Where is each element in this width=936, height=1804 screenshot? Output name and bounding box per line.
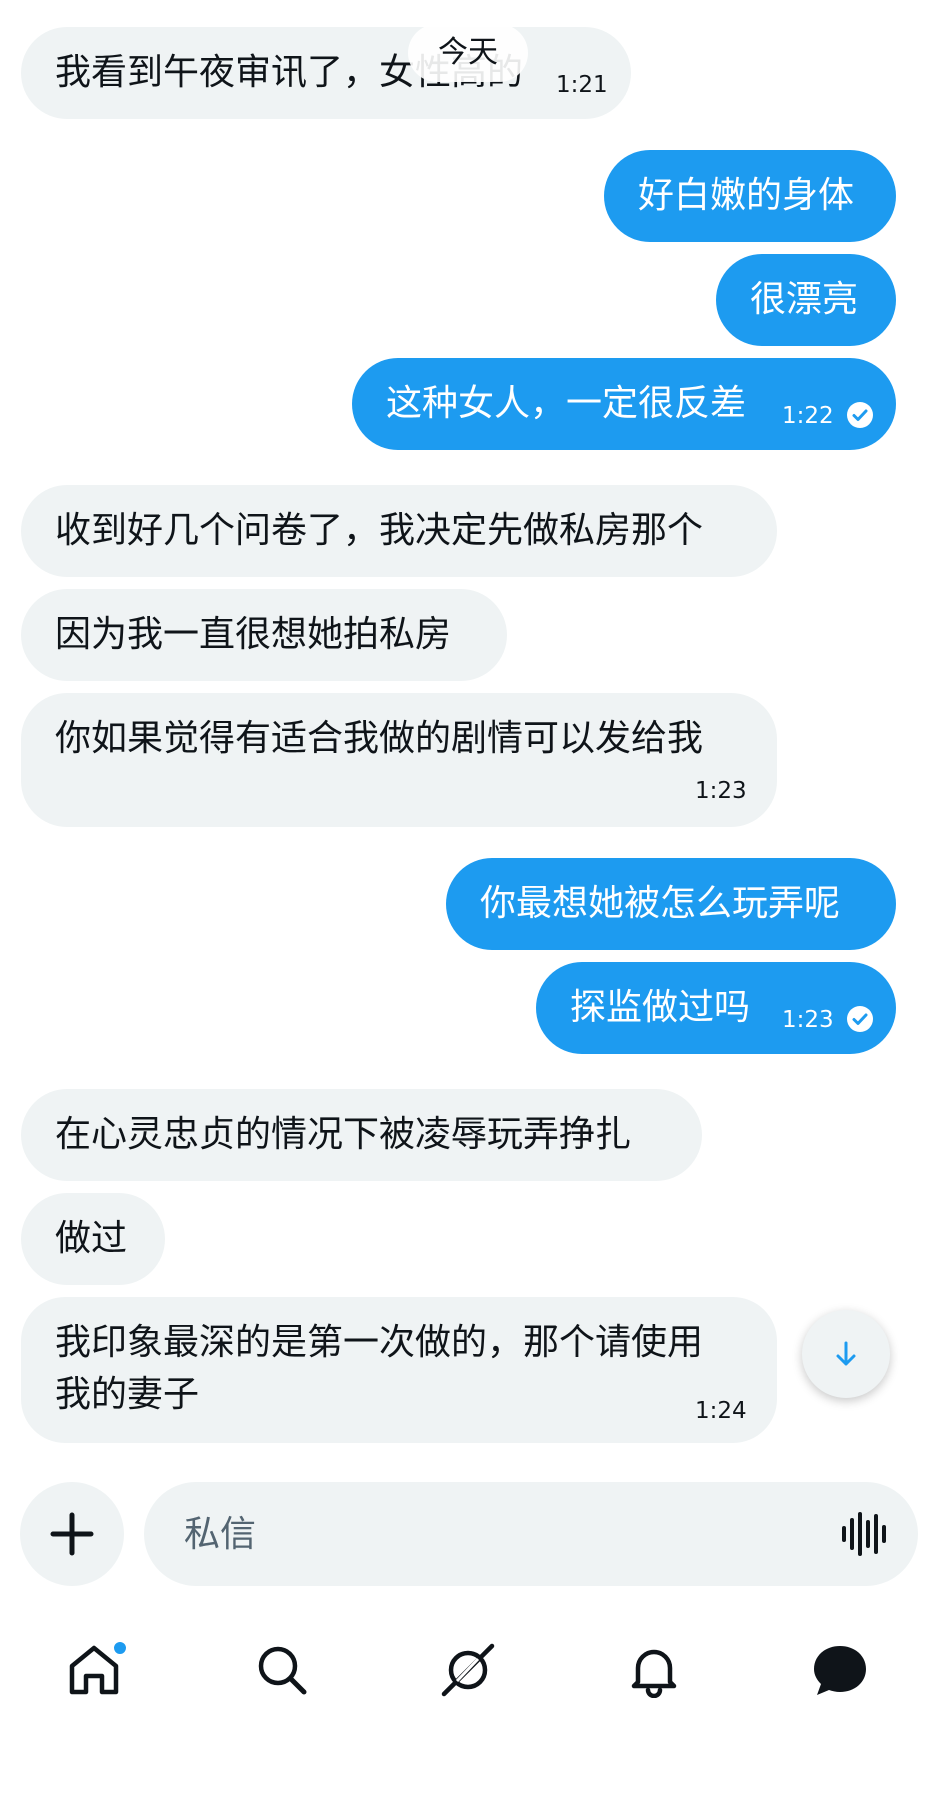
voice-wave-icon[interactable]: [840, 1512, 888, 1556]
message-text: 因为我一直很想她拍私房: [55, 614, 452, 655]
grok-icon: [441, 1643, 495, 1697]
message-outgoing[interactable]: 好白嫩的身体: [604, 150, 896, 242]
scroll-to-bottom-button[interactable]: [802, 1310, 890, 1398]
message-text: 好白嫩的身体: [638, 175, 855, 216]
message-time: 1:23: [695, 778, 747, 804]
day-separator: 今天: [408, 24, 528, 82]
message-incoming[interactable]: 做过: [21, 1193, 165, 1285]
message-incoming[interactable]: 收到好几个问卷了，我决定先做私房那个: [21, 485, 777, 577]
message-incoming[interactable]: 因为我一直很想她拍私房: [21, 589, 507, 681]
messages-icon: [814, 1646, 866, 1695]
plus-icon: [50, 1512, 94, 1556]
message-outgoing[interactable]: 你最想她被怎么玩弄呢: [446, 858, 896, 950]
add-media-button[interactable]: [20, 1482, 124, 1586]
message-text: 你如果觉得有适合我做的剧情可以发给我: [55, 718, 704, 759]
tab-messages[interactable]: [800, 1630, 880, 1710]
message-incoming[interactable]: 你如果觉得有适合我做的剧情可以发给我 1:23: [21, 693, 777, 827]
message-time: 1:23: [782, 1007, 834, 1033]
message-text: 你最想她被怎么玩弄呢: [480, 883, 841, 924]
message-time: 1:24: [695, 1398, 747, 1424]
tab-grok[interactable]: [428, 1630, 508, 1710]
dm-conversation: 我看到午夜审讯了，女性高的 1:21 今天 好白嫩的身体 很漂亮 这种女人，一定…: [0, 0, 936, 1804]
bottom-tab-bar: [0, 1610, 936, 1730]
message-time: 1:22: [782, 403, 834, 429]
message-text: 探监做过吗: [570, 987, 751, 1028]
message-text: 我的妻子: [55, 1374, 200, 1415]
message-outgoing[interactable]: 很漂亮: [716, 254, 896, 346]
message-incoming[interactable]: 我看到午夜审讯了，女性高的 1:21: [21, 27, 631, 119]
message-composer: [144, 1482, 918, 1586]
message-outgoing[interactable]: 探监做过吗 1:23: [536, 962, 896, 1054]
message-input[interactable]: [184, 1504, 784, 1564]
read-check-icon: [847, 1006, 873, 1032]
message-text: 这种女人，一定很反差: [386, 383, 747, 424]
tab-search[interactable]: [242, 1630, 322, 1710]
tab-notifications[interactable]: [614, 1630, 694, 1710]
message-outgoing[interactable]: 这种女人，一定很反差 1:22: [352, 358, 896, 450]
notification-dot: [112, 1640, 128, 1656]
message-text: 很漂亮: [750, 279, 859, 320]
message-time: 1:21: [556, 72, 608, 98]
message-text: 我印象最深的是第一次做的，那个请使用: [55, 1322, 704, 1363]
read-check-icon: [847, 402, 873, 428]
message-incoming[interactable]: 我印象最深的是第一次做的，那个请使用 我的妻子 1:24: [21, 1297, 777, 1443]
message-text: 收到好几个问卷了，我决定先做私房那个: [55, 510, 704, 551]
search-icon: [258, 1646, 307, 1695]
message-text: 在心灵忠贞的情况下被凌辱玩弄挣扎: [55, 1114, 632, 1155]
message-text: 做过: [55, 1218, 128, 1259]
bell-icon: [631, 1649, 677, 1698]
arrow-down-icon: [836, 1341, 856, 1366]
message-incoming[interactable]: 在心灵忠贞的情况下被凌辱玩弄挣扎: [21, 1089, 702, 1181]
tab-home[interactable]: [54, 1630, 134, 1710]
